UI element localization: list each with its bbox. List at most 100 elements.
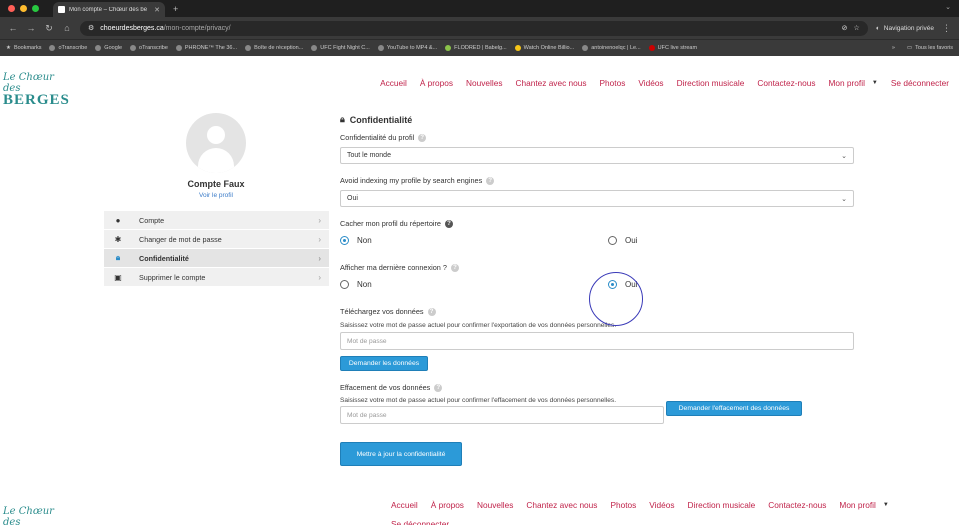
bookmark-item[interactable]: YouTube to MP4 &... — [377, 45, 437, 51]
help-icon[interactable]: ? — [450, 263, 459, 272]
all-bookmarks-button[interactable]: ▭ Tous les favoris — [907, 45, 953, 51]
back-icon[interactable]: ← — [8, 23, 18, 33]
footer-nav-mon-profil[interactable]: Mon profil — [839, 500, 875, 510]
nav-accueil[interactable]: Accueil — [380, 78, 407, 88]
main-nav: Accueil À propos Nouvelles Chantez avec … — [380, 78, 949, 88]
bookmark-item[interactable]: oTranscribe — [49, 45, 87, 51]
footer-logo[interactable]: Le Chœur des BERGES — [3, 506, 67, 525]
bookmark-star-icon[interactable]: ☆ — [854, 24, 860, 32]
nav-direction[interactable]: Direction musicale — [677, 78, 745, 88]
nav-videos[interactable]: Vidéos — [638, 78, 663, 88]
bookmark-item[interactable]: UFC Fight Night C... — [311, 45, 370, 51]
help-icon[interactable]: ? — [486, 176, 495, 185]
footer-nav-direction[interactable]: Direction musicale — [688, 500, 756, 510]
footer-nav-chantez[interactable]: Chantez avec nous — [526, 500, 597, 510]
help-icon[interactable]: ? — [427, 307, 436, 316]
tab-title: Mon compte – Chœur des be — [69, 6, 148, 13]
help-icon[interactable]: ? — [445, 219, 453, 228]
bookmark-item[interactable]: antoinenoelqc | Le... — [582, 45, 641, 51]
dropdown-caret-icon[interactable]: ▼ — [872, 80, 878, 86]
chevron-right-icon: › — [318, 253, 321, 263]
tab-search-icon[interactable]: ⌄ — [945, 3, 951, 11]
bookmark-favicon-icon — [445, 45, 452, 51]
radio-unselected-icon[interactable] — [340, 280, 349, 289]
nav-mon-profil[interactable]: Mon profil — [828, 78, 864, 88]
nav-contact[interactable]: Contactez-nous — [757, 78, 815, 88]
help-icon[interactable]: ? — [434, 383, 443, 392]
hide-no-radio[interactable]: Non — [340, 236, 372, 245]
private-browsing-badge[interactable]: ◐ Navigation privée — [876, 25, 934, 32]
menu-item-compte[interactable]: ● Compte › — [104, 211, 329, 230]
download-password-input[interactable]: Mot de passe — [340, 332, 854, 350]
indexing-select[interactable]: Oui ⌄ — [340, 190, 854, 207]
asterisk-icon: ✱ — [114, 234, 122, 244]
request-erase-button[interactable]: Demander l'effacement des données — [666, 401, 802, 416]
nav-photos[interactable]: Photos — [600, 78, 626, 88]
user-icon: ● — [115, 215, 121, 225]
bookmark-item[interactable]: Watch Online Billio... — [514, 45, 574, 51]
page-title: 🔒︎ Confidentialité — [340, 114, 413, 125]
menu-item-privacy[interactable]: 🔒︎ Confidentialité › — [104, 249, 329, 268]
tab-strip: Mon compte – Chœur des be ✕ + ⌄ — [0, 0, 959, 17]
bookmark-favicon-icon — [130, 45, 137, 51]
menu-dots-icon[interactable]: ⋮ — [942, 23, 951, 34]
site-info-icon[interactable]: ⚙ — [88, 24, 94, 32]
dropdown-caret-icon[interactable]: ▼ — [883, 502, 889, 508]
bookmark-item[interactable]: oTranscribe — [130, 45, 168, 51]
bookmark-item[interactable]: Boîte de réception... — [245, 45, 303, 51]
browser-tab[interactable]: Mon compte – Chœur des be ✕ — [53, 2, 165, 17]
view-profile-link[interactable]: Voir le profil — [168, 192, 264, 199]
folder-icon: ▭ — [906, 45, 913, 51]
bookmark-item[interactable]: FLODRED | Babelg... — [445, 45, 507, 51]
footer-nav-nouvelles[interactable]: Nouvelles — [477, 500, 513, 510]
forward-icon[interactable]: → — [26, 23, 36, 33]
radio-selected-icon[interactable] — [340, 236, 349, 245]
home-icon[interactable]: ⌂ — [62, 23, 72, 33]
footer-nav: Accueil À propos Nouvelles Chantez avec … — [391, 500, 911, 525]
help-icon[interactable]: ? — [418, 133, 427, 142]
footer-nav-photos[interactable]: Photos — [610, 500, 636, 510]
lock-icon: 🔒︎ — [115, 253, 121, 262]
nav-logout[interactable]: Se déconnecter — [891, 78, 949, 88]
maximize-window-button[interactable] — [32, 5, 39, 12]
footer-nav-contact[interactable]: Contactez-nous — [768, 500, 826, 510]
account-menu: ● Compte › ✱ Changer de mot de passe › 🔒… — [104, 211, 329, 287]
profile-privacy-select[interactable]: Tout le monde ⌄ — [340, 147, 854, 164]
lastlogin-no-radio[interactable]: Non — [340, 280, 372, 289]
favicon-icon — [58, 6, 65, 13]
footer-nav-videos[interactable]: Vidéos — [649, 500, 674, 510]
hide-yes-radio[interactable]: Oui — [608, 236, 637, 245]
footer-nav-accueil[interactable]: Accueil — [391, 500, 418, 510]
close-tab-icon[interactable]: ✕ — [154, 6, 160, 14]
footer-nav-a-propos[interactable]: À propos — [431, 500, 464, 510]
bookmark-item[interactable]: UFC live stream — [648, 45, 697, 51]
more-bookmarks-icon[interactable]: » — [892, 45, 895, 51]
bookmark-item[interactable]: PHRONE™ The 36... — [175, 45, 237, 51]
bookmark-favicon-icon — [49, 45, 56, 51]
incognito-eye-icon: ⊘ — [841, 25, 848, 32]
radio-unselected-icon[interactable] — [608, 236, 617, 245]
download-description: Saisissez votre mot de passe actuel pour… — [340, 322, 617, 329]
footer-nav-logout[interactable]: Se déconnecter — [391, 519, 449, 525]
close-window-button[interactable] — [8, 5, 15, 12]
site-logo[interactable]: Le Chœur des BERGES — [3, 72, 69, 109]
reload-icon[interactable]: ↻ — [44, 23, 54, 34]
chevron-down-icon: ⌄ — [841, 152, 847, 160]
erase-password-input[interactable]: Mot de passe — [340, 406, 664, 424]
bookmark-item[interactable]: Google — [95, 45, 122, 51]
nav-nouvelles[interactable]: Nouvelles — [466, 78, 502, 88]
nav-chantez[interactable]: Chantez avec nous — [515, 78, 586, 88]
new-tab-icon[interactable]: + — [173, 4, 178, 14]
menu-item-delete[interactable]: ▣ Supprimer le compte › — [104, 268, 329, 287]
menu-item-password[interactable]: ✱ Changer de mot de passe › — [104, 230, 329, 249]
bookmark-favicon-icon — [95, 45, 102, 51]
url-domain: choeurdesberges.ca — [100, 24, 164, 32]
bookmark-favicon-icon — [582, 45, 589, 51]
address-bar[interactable]: ⚙ choeurdesberges.ca/mon-compte/privacy/… — [80, 20, 868, 36]
request-data-button[interactable]: Demander les données — [340, 356, 428, 371]
minimize-window-button[interactable] — [20, 5, 27, 12]
bookmark-favicon-icon — [514, 45, 521, 51]
bookmark-item[interactable]: ★ Bookmarks — [6, 45, 41, 51]
update-privacy-button[interactable]: Mettre à jour la confidentialité — [340, 442, 462, 466]
nav-a-propos[interactable]: À propos — [420, 78, 453, 88]
